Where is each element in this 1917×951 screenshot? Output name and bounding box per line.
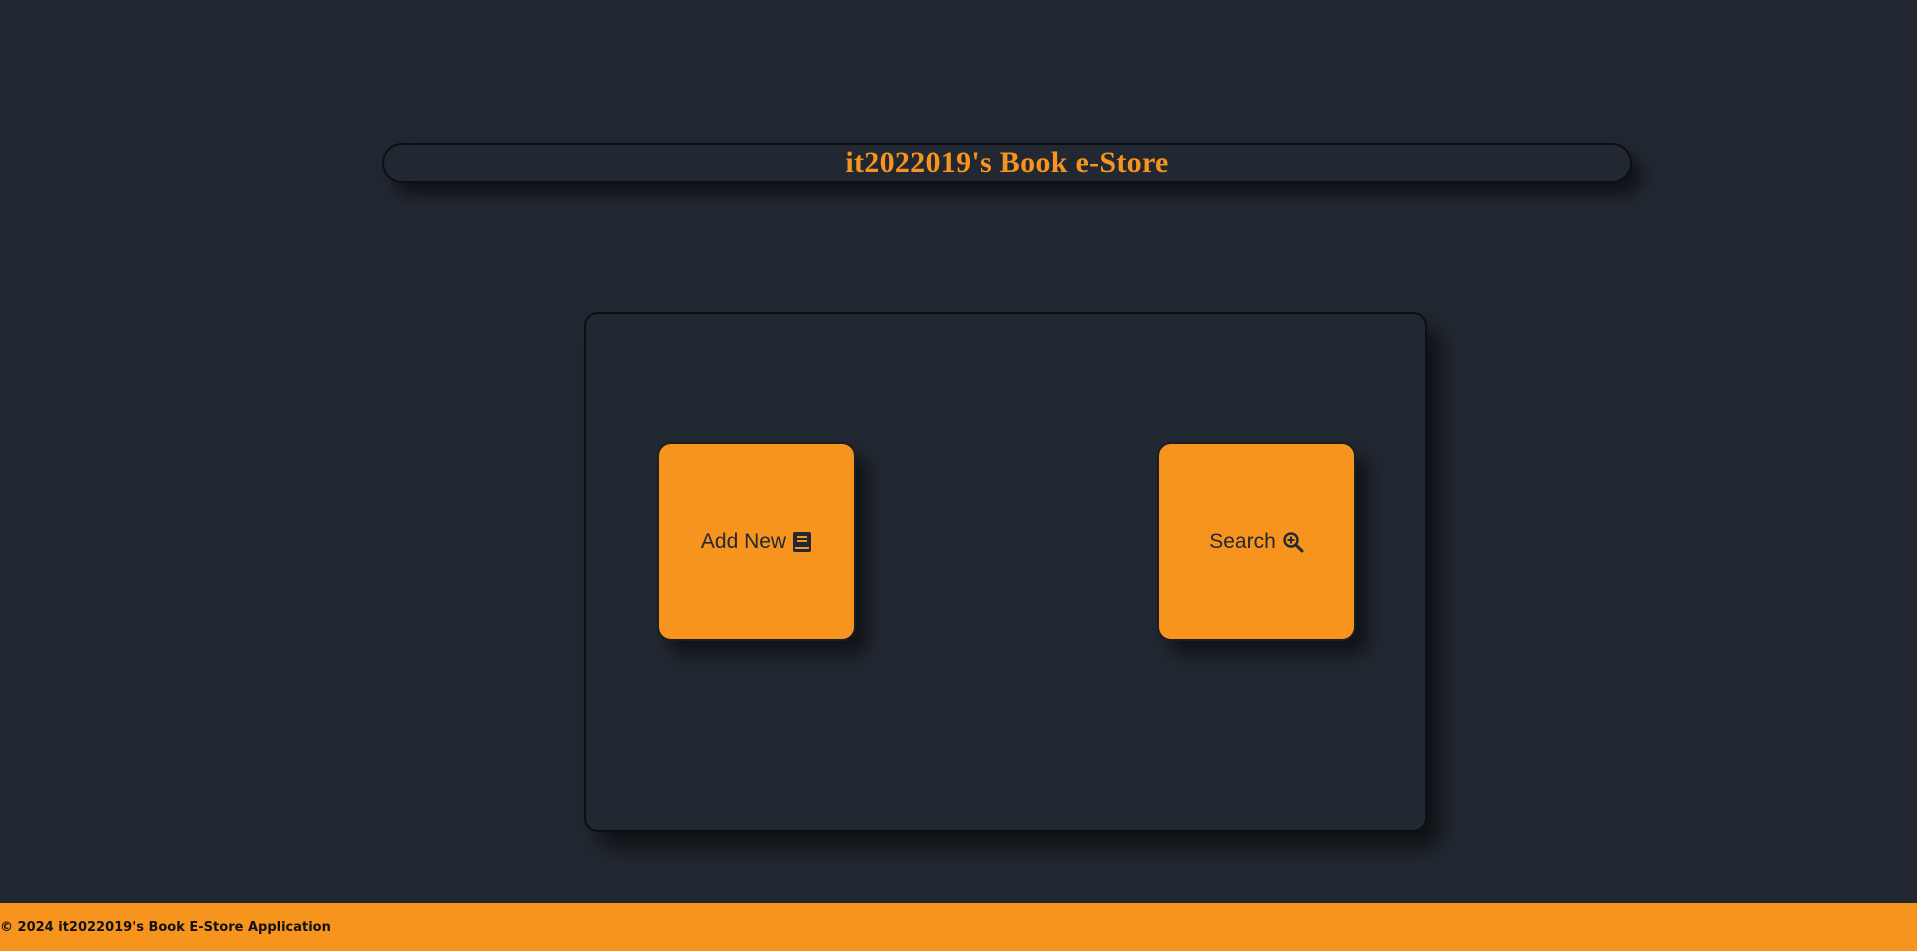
actions-panel: Add New Search — [584, 312, 1427, 832]
footer-copyright: © 2024 it2022019's Book E-Store Applicat… — [0, 919, 331, 935]
magnifier-plus-icon — [1282, 531, 1304, 553]
search-button[interactable]: Search — [1157, 442, 1356, 641]
search-label: Search — [1209, 529, 1276, 553]
page-title: it2022019's Book e-Store — [845, 146, 1169, 179]
book-icon — [792, 531, 812, 553]
add-new-label: Add New — [700, 529, 787, 553]
add-new-button[interactable]: Add New — [657, 442, 856, 641]
footer: © 2024 it2022019's Book E-Store Applicat… — [0, 903, 1917, 951]
page: it2022019's Book e-Store Add New Search — [0, 0, 1917, 951]
header-bar: it2022019's Book e-Store — [382, 143, 1632, 183]
